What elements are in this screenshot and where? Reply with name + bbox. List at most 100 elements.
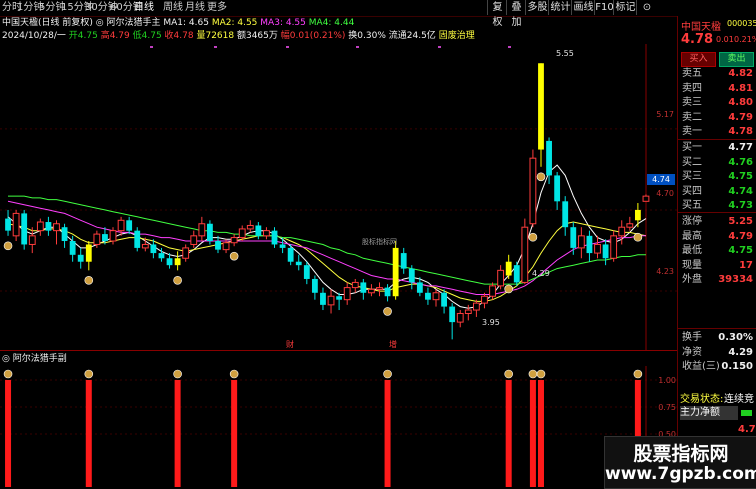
period-tab[interactable]: 日线 — [134, 1, 154, 15]
candle-body — [618, 226, 626, 237]
signal-bar — [174, 380, 181, 487]
quote-row[interactable]: 卖二 4.79 — [678, 111, 756, 125]
toolbar-button[interactable]: 标记 — [613, 0, 637, 15]
float-cap: 流通24.5亿 — [388, 31, 436, 41]
quote-row[interactable]: 卖一 4.78 — [678, 125, 756, 139]
stock-code: 000035 — [727, 19, 756, 28]
candle-body — [255, 225, 262, 236]
marker-dot — [508, 46, 511, 48]
money-bag-icon — [504, 369, 513, 379]
buy-button[interactable]: 买入 — [681, 52, 716, 67]
candle-body — [311, 278, 318, 293]
quote-value: 0.30% — [718, 332, 753, 343]
quote-label: 买四 — [682, 185, 702, 197]
quote-row[interactable]: 现量 17 — [678, 259, 756, 273]
quote-row[interactable]: 涨停 5.25 — [678, 215, 756, 229]
candlestick-chart[interactable] — [0, 44, 677, 350]
toolbar-button[interactable]: 叠加 — [506, 0, 526, 28]
toolbar-button[interactable]: F10 — [594, 0, 614, 15]
candle-body — [238, 228, 246, 239]
period-tab[interactable]: 月线 — [185, 1, 205, 15]
price-axis-label: 4.23 — [656, 267, 674, 276]
quote-row[interactable]: 买一 4.77 — [678, 141, 756, 155]
candle-body — [497, 269, 505, 287]
watermark-url: www.7gpzb.com — [605, 464, 756, 484]
bar-amount: 额3465万 — [236, 31, 278, 41]
extra-price: 4.78 — [738, 424, 756, 435]
toolbar-button[interactable]: 复权 — [487, 0, 507, 28]
quote-row[interactable]: 最高 4.79 — [678, 230, 756, 244]
period-tab[interactable]: 周线 — [163, 1, 183, 15]
signal-bar — [384, 380, 391, 487]
candle-body — [505, 261, 512, 276]
sell-button[interactable]: 卖出 — [719, 52, 754, 67]
candle-body — [570, 227, 577, 248]
bar-change: 幅0.01(0.21%) — [280, 31, 346, 41]
quote-row[interactable]: 卖三 4.80 — [678, 96, 756, 110]
toolbar-button[interactable]: 统计 — [548, 0, 572, 15]
divider — [678, 212, 756, 213]
quote-value: 5.25 — [728, 216, 753, 227]
signal-bar — [505, 380, 512, 487]
toolbar-button[interactable]: 多股 — [525, 0, 549, 15]
quote-label: 买二 — [682, 156, 702, 168]
quote-row[interactable]: 净资 4.29 — [678, 346, 756, 360]
money-bag-icon — [229, 369, 239, 379]
quote-value: 4.77 — [728, 142, 753, 153]
candle-body — [441, 292, 447, 307]
quote-row[interactable]: 最低 4.75 — [678, 244, 756, 258]
quote-label: 卖三 — [682, 97, 702, 109]
ma1-value: MA1: 4.65 — [163, 18, 209, 28]
concept-tag[interactable]: 固废治理 — [439, 31, 475, 41]
quote-row[interactable]: 外盘 39334 — [678, 273, 756, 287]
candle-body — [61, 227, 68, 242]
ma4-value: MA4: 4.44 — [308, 18, 355, 28]
toolbar-button[interactable]: 画线 — [571, 0, 595, 15]
quote-value: 4.74 — [728, 185, 753, 197]
quote-row[interactable]: 买三 4.75 — [678, 170, 756, 184]
marker-dot — [150, 46, 153, 48]
quote-label: 涨停 — [682, 216, 702, 227]
candle-body — [287, 247, 294, 262]
quote-row[interactable]: 卖四 4.81 — [678, 82, 756, 96]
candle-body — [85, 244, 92, 262]
bar-turnover: 换0.30% — [348, 31, 386, 41]
period-tab[interactable]: 更多 — [207, 1, 227, 15]
quote-row[interactable]: 换手 0.30% — [678, 331, 756, 345]
low-label: 3.95 — [482, 318, 500, 327]
candle-body — [610, 235, 618, 259]
candle-body — [126, 220, 133, 231]
event-tag-increase[interactable]: 增 — [389, 339, 397, 350]
candle-body — [642, 195, 650, 202]
quote-row[interactable]: 买二 4.76 — [678, 156, 756, 170]
candle-body — [384, 287, 391, 297]
candle-body — [546, 140, 552, 176]
candle-body — [53, 223, 60, 232]
main-flow-bar — [741, 410, 752, 416]
money-bag-icon — [633, 232, 643, 242]
candle-body — [416, 282, 423, 293]
quote-value: 39334 — [718, 274, 753, 286]
candle-body — [481, 295, 488, 304]
indicator-name[interactable]: ◎ 阿尔法猎手主 — [96, 18, 161, 28]
toolbar-button[interactable]: ⊙ — [636, 0, 657, 15]
signal-bar — [85, 380, 92, 487]
main-flow-label[interactable]: 主力净额 — [680, 406, 738, 420]
candle-body — [577, 235, 585, 249]
quote-row[interactable]: 卖五 4.82 — [678, 67, 756, 81]
divider — [678, 139, 756, 140]
candle-body — [351, 281, 359, 289]
quote-label: 最低 — [682, 245, 702, 257]
period-toolbar: 分时 1分钟 5分钟 15分钟 30分钟 60分钟 日线 周线 月线 更多 复权 叠加 多股 统计 画线 F… — [0, 0, 756, 28]
quote-label: 最高 — [682, 230, 702, 242]
marker-dot — [214, 46, 217, 48]
candle-body — [634, 209, 641, 221]
quote-row[interactable]: 收益(三) 0.150 — [678, 360, 756, 374]
event-tag-financial[interactable]: 财 — [286, 339, 294, 350]
candle-body — [198, 223, 206, 237]
sub-signal-chart[interactable] — [0, 366, 677, 487]
quote-row[interactable]: 买四 4.74 — [678, 185, 756, 199]
sub-chart-title[interactable]: ◎ 阿尔法猎手副 — [2, 354, 67, 365]
candle-body — [77, 254, 84, 262]
candle-body — [368, 288, 375, 294]
